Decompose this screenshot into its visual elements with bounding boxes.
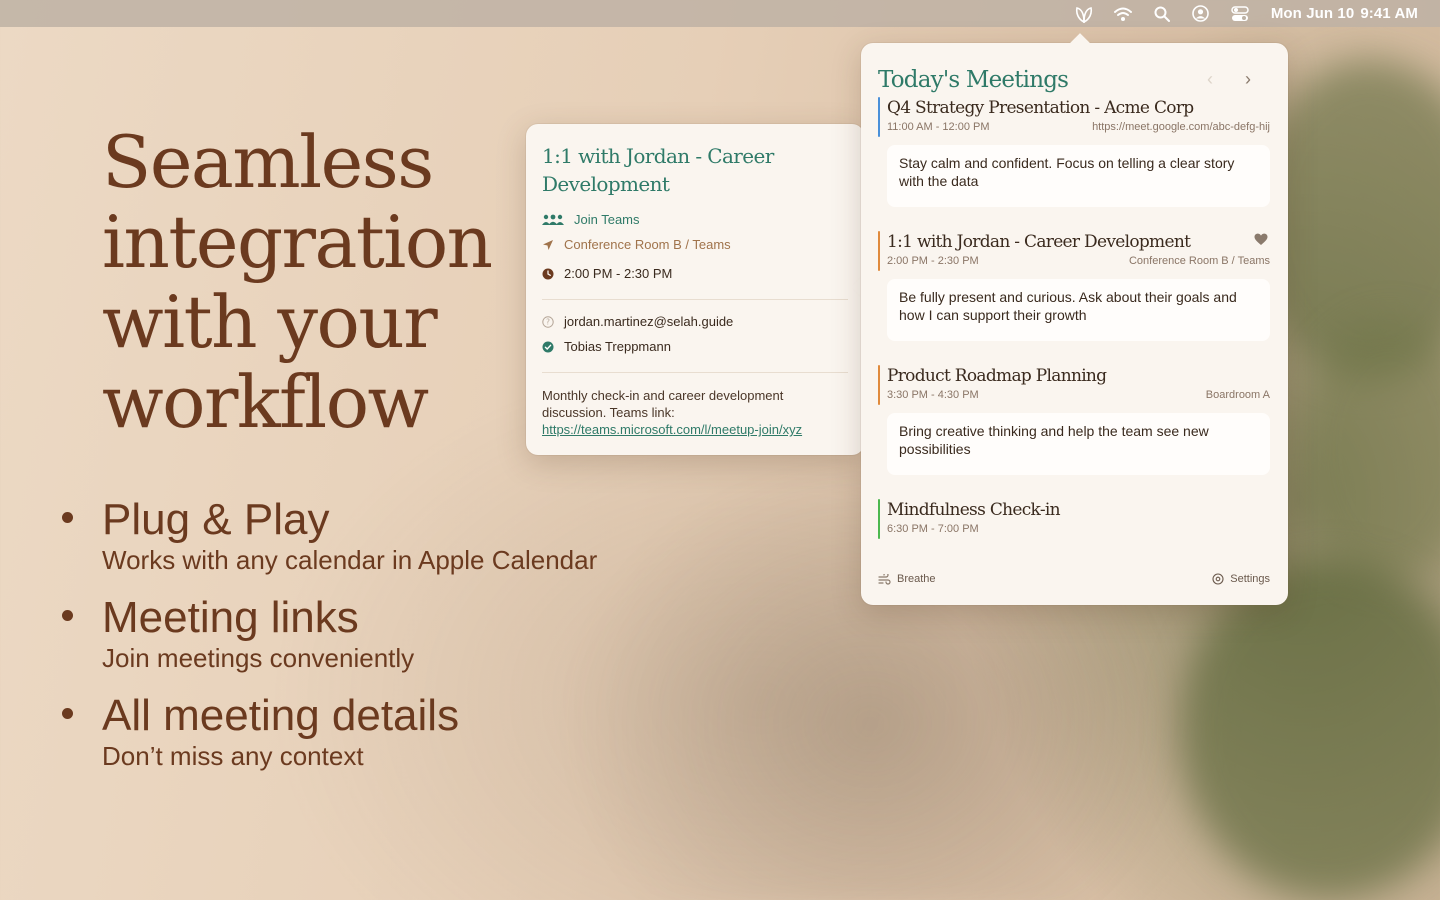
user-icon[interactable] bbox=[1188, 4, 1214, 24]
meeting-item[interactable]: Mindfulness Check-in 6:30 PM - 7:00 PM bbox=[878, 499, 1270, 539]
feature-item: All meeting details Don’t miss any conte… bbox=[60, 690, 597, 770]
join-teams-label: Join Teams bbox=[574, 212, 640, 227]
meeting-time: 11:00 AM - 12:00 PM bbox=[887, 121, 990, 133]
location-text: Conference Room B / Teams bbox=[564, 237, 731, 252]
description-text: Monthly check-in and career development … bbox=[542, 388, 784, 420]
hero-title: Seamless integration with your workflow bbox=[102, 120, 493, 444]
todays-meetings-panel: Today's Meetings ‹ › Q4 Strategy Present… bbox=[861, 33, 1288, 605]
meeting-title: Product Roadmap Planning bbox=[887, 366, 1107, 386]
panel-footer: Breathe Settings bbox=[878, 573, 1270, 585]
meeting-item[interactable]: Q4 Strategy Presentation - Acme Corp 11:… bbox=[878, 97, 1270, 207]
meeting-meta: 11:00 AM - 12:00 PM https://meet.google.… bbox=[887, 121, 1270, 133]
meeting-location: Conference Room B / Teams bbox=[1128, 255, 1270, 267]
join-teams-button[interactable]: Join Teams bbox=[542, 212, 848, 227]
feature-list: Plug & Play Works with any calendar in A… bbox=[60, 494, 597, 788]
foliage-decoration bbox=[1180, 560, 1440, 900]
meeting-note: Stay calm and confident. Focus on tellin… bbox=[887, 145, 1270, 207]
meeting-meta: 6:30 PM - 7:00 PM bbox=[887, 523, 1270, 535]
control-center-icon[interactable] bbox=[1227, 4, 1253, 24]
settings-label: Settings bbox=[1230, 573, 1270, 585]
detail-location: Conference Room B / Teams bbox=[542, 237, 848, 252]
time-text: 2:00 PM - 2:30 PM bbox=[564, 266, 673, 281]
feature-item: Meeting links Join meetings conveniently bbox=[60, 592, 597, 672]
menu-bar-date: Mon Jun 10 bbox=[1270, 5, 1355, 22]
question-circle-icon: ? bbox=[542, 315, 564, 328]
feature-subtitle: Works with any calendar in Apple Calenda… bbox=[102, 545, 598, 575]
meeting-detail-popover: 1:1 with Jordan - Career Development Joi… bbox=[526, 124, 877, 455]
attendee-row: Tobias Treppmann bbox=[542, 339, 848, 354]
gear-icon bbox=[1212, 573, 1224, 585]
meeting-item[interactable]: 1:1 with Jordan - Career Development 2:0… bbox=[878, 231, 1270, 341]
location-arrow-icon bbox=[542, 239, 564, 251]
heart-icon bbox=[1254, 233, 1268, 251]
feature-title: All meeting details bbox=[102, 691, 460, 740]
meeting-time: 3:30 PM - 4:30 PM bbox=[887, 389, 979, 401]
calendar-color-bar bbox=[878, 365, 880, 405]
meeting-time: 6:30 PM - 7:00 PM bbox=[887, 523, 979, 535]
feature-subtitle: Don’t miss any context bbox=[102, 741, 364, 771]
feature-subtitle: Join meetings conveniently bbox=[102, 643, 415, 673]
search-icon[interactable] bbox=[1149, 4, 1175, 24]
wifi-icon[interactable] bbox=[1110, 4, 1136, 24]
feature-title: Plug & Play bbox=[102, 495, 330, 544]
meeting-note: Be fully present and curious. Ask about … bbox=[887, 279, 1270, 341]
bullet bbox=[62, 610, 73, 621]
detail-title: 1:1 with Jordan - Career Development bbox=[542, 144, 774, 196]
calendar-color-bar bbox=[878, 231, 880, 271]
panel-notch bbox=[1070, 33, 1090, 53]
meeting-meta: 3:30 PM - 4:30 PM Boardroom A bbox=[887, 389, 1270, 401]
calendar-color-bar bbox=[878, 97, 880, 137]
breathe-button[interactable]: Breathe bbox=[878, 573, 936, 585]
settings-button[interactable]: Settings bbox=[1212, 573, 1270, 585]
svg-text:?: ? bbox=[546, 317, 550, 326]
meeting-meta: 2:00 PM - 2:30 PM Conference Room B / Te… bbox=[887, 255, 1270, 267]
meeting-location: Boardroom A bbox=[1205, 389, 1270, 401]
wind-icon bbox=[878, 573, 891, 585]
feature-title: Meeting links bbox=[102, 593, 359, 642]
leaf-app-icon[interactable] bbox=[1071, 4, 1097, 24]
panel-title: Today's Meetings bbox=[878, 67, 1069, 93]
detail-time: 2:00 PM - 2:30 PM bbox=[542, 266, 848, 281]
clock-icon bbox=[542, 268, 564, 280]
calendar-color-bar bbox=[878, 499, 880, 539]
menu-bar: Mon Jun 10 9:41 AM bbox=[0, 0, 1440, 27]
divider bbox=[542, 372, 848, 373]
bullet bbox=[62, 708, 73, 719]
people-icon bbox=[542, 214, 574, 226]
meeting-time: 2:00 PM - 2:30 PM bbox=[887, 255, 979, 267]
divider bbox=[542, 299, 848, 300]
attendee-name: Tobias Treppmann bbox=[564, 339, 671, 354]
meeting-title: Mindfulness Check-in bbox=[887, 500, 1061, 520]
feature-item: Plug & Play Works with any calendar in A… bbox=[60, 494, 597, 574]
attendee-row: ? jordan.martinez@selah.guide bbox=[542, 314, 848, 329]
meeting-location: https://meet.google.com/abc-defg-hij bbox=[1092, 121, 1270, 133]
bullet bbox=[62, 512, 73, 523]
check-circle-icon bbox=[542, 341, 564, 353]
meeting-title: 1:1 with Jordan - Career Development bbox=[887, 232, 1191, 252]
detail-description: Monthly check-in and career development … bbox=[542, 387, 848, 438]
prev-day-button[interactable]: ‹ bbox=[1207, 69, 1213, 90]
menu-bar-time: 9:41 AM bbox=[1360, 5, 1418, 22]
breathe-label: Breathe bbox=[897, 573, 936, 585]
next-day-button[interactable]: › bbox=[1245, 69, 1251, 90]
meeting-item[interactable]: Product Roadmap Planning 3:30 PM - 4:30 … bbox=[878, 365, 1270, 475]
attendee-email: jordan.martinez@selah.guide bbox=[564, 314, 734, 329]
meeting-title: Q4 Strategy Presentation - Acme Corp bbox=[887, 98, 1194, 118]
teams-link[interactable]: https://teams.microsoft.com/l/meetup-joi… bbox=[542, 422, 802, 437]
menu-bar-clock[interactable]: Mon Jun 10 9:41 AM bbox=[1271, 5, 1418, 22]
meeting-note: Bring creative thinking and help the tea… bbox=[887, 413, 1270, 475]
